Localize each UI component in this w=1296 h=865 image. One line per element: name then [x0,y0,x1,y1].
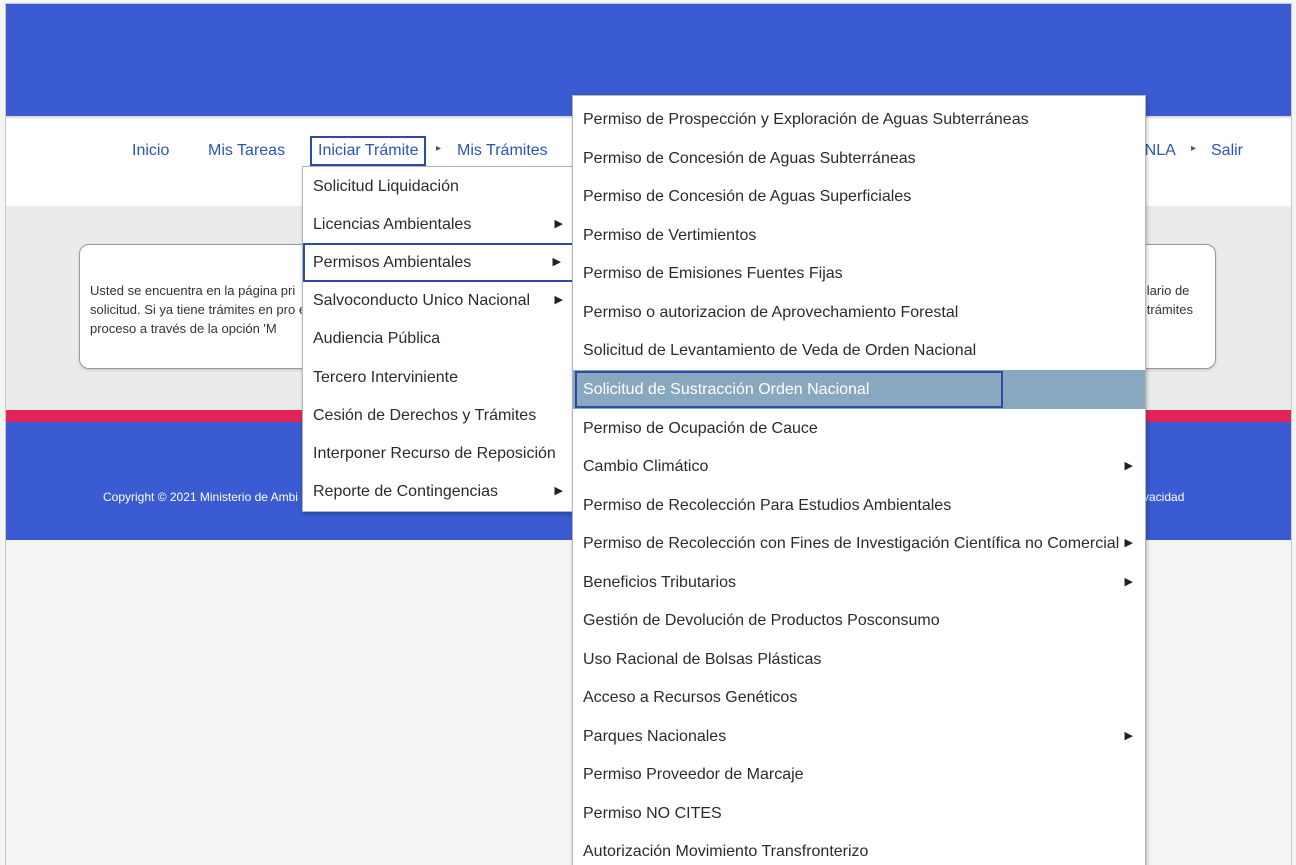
nav-inicio[interactable]: Inicio [132,141,169,161]
submenu-item[interactable]: Permiso de Prospección y Exploración de … [573,100,1145,139]
menu-item-label: Beneficios Tributarios [583,574,736,591]
menu-item-solicitud-liquidacion[interactable]: Solicitud Liquidación [303,167,575,206]
menu-item-label: Permiso de Recolección con Fines de Inve… [583,535,1120,552]
menu-item-label: Interponer Recurso de Reposición [313,445,556,462]
menu-item-label: Salvoconducto Unico Nacional [313,292,531,309]
footer-privacy-link[interactable]: vacidad [1143,490,1184,504]
menu-item-salvoconducto[interactable]: Salvoconducto Unico Nacional ▶ [303,281,575,320]
menu-item-label: Permiso de Prospección y Exploración de … [583,111,1029,128]
menu-item-tercero-interviniente[interactable]: Tercero Interviniente [303,358,575,397]
submenu-item[interactable]: Permiso de Concesión de Aguas Subterráne… [573,139,1145,178]
menu-item-label: Cambio Climático [583,458,709,475]
chevron-right-icon: ▶ [554,218,563,230]
menu-item-label: Permiso o autorizacion de Aprovechamient… [583,304,959,321]
menu-item-label: Permiso de Ocupación de Cauce [583,420,818,437]
submenu-item[interactable]: Permiso de Vertimientos [573,216,1145,255]
submenu-item[interactable]: Uso Racional de Bolsas Plásticas [573,640,1145,679]
menu-item-label: Permiso de Concesión de Aguas Subterráne… [583,150,916,167]
submenu-item[interactable]: Permiso de Emisiones Fuentes Fijas [573,254,1145,293]
app-window: Inicio Mis Tareas Iniciar Trámite ▸ Mis … [5,3,1292,865]
menu-item-label: Cesión de Derechos y Trámites [313,407,537,424]
submenu-item[interactable]: Permiso Proveedor de Marcaje [573,755,1145,794]
info-text-right: lario de trámites [1147,281,1193,319]
menu-item-label: Permiso NO CITES [583,805,722,822]
submenu-item[interactable]: Permiso de Ocupación de Cauce [573,409,1145,448]
menu-item-cesion-derechos[interactable]: Cesión de Derechos y Trámites [303,396,575,435]
chevron-right-icon: ▶ [1124,460,1133,472]
menu-item-label: Solicitud de Levantamiento de Veda de Or… [583,342,977,359]
chevron-right-icon: ▸ [436,143,442,154]
submenu-item[interactable]: Permiso NO CITES [573,794,1145,833]
chevron-right-icon: ▶ [1124,537,1133,549]
submenu-item[interactable]: Permiso de Recolección Para Estudios Amb… [573,486,1145,525]
submenu-item[interactable]: Permiso o autorizacion de Aprovechamient… [573,293,1145,332]
menu-item-label: Solicitud Liquidación [313,178,459,195]
menu-item-label: Permiso de Concesión de Aguas Superficia… [583,188,912,205]
menu-item-reporte-contingencias[interactable]: Reporte de Contingencias ▶ [303,472,575,511]
nav-mis-tareas[interactable]: Mis Tareas [208,141,285,161]
dropdown-iniciar-tramite: Solicitud Liquidación Licencias Ambienta… [302,166,576,512]
submenu-item[interactable]: Solicitud de Levantamiento de Veda de Or… [573,331,1145,370]
submenu-item[interactable]: Gestión de Devolución de Productos Posco… [573,601,1145,640]
menu-item-audiencia-publica[interactable]: Audiencia Pública [303,319,575,358]
nav-mis-tramites[interactable]: Mis Trámites [457,141,548,161]
menu-item-label: Autorización Movimiento Transfronterizo [583,843,869,860]
menu-item-label: Reporte de Contingencias [313,483,499,500]
submenu-item[interactable]: Cambio Climático ▶ [573,447,1145,486]
submenu-item[interactable]: Permiso de Concesión de Aguas Superficia… [573,177,1145,216]
chevron-right-icon: ▶ [554,294,563,306]
menu-item-label: Parques Nacionales [583,728,727,745]
menu-item-label: Tercero Interviniente [313,369,458,386]
menu-item-permisos-ambientales[interactable]: Permisos Ambientales ▶ [303,243,575,282]
menu-item-recurso-reposicion[interactable]: Interponer Recurso de Reposición [303,434,575,473]
submenu-item[interactable]: Parques Nacionales ▶ [573,717,1145,756]
chevron-right-icon: ▸ [1191,143,1197,154]
submenu-item[interactable]: Beneficios Tributarios ▶ [573,563,1145,602]
chevron-right-icon: ▶ [552,256,561,268]
chevron-right-icon: ▶ [554,485,563,497]
menu-item-label: Permiso de Recolección Para Estudios Amb… [583,497,952,514]
submenu-item[interactable]: Acceso a Recursos Genéticos [573,678,1145,717]
menu-item-label: Permiso de Vertimientos [583,227,757,244]
menu-item-label: Audiencia Pública [313,330,441,347]
selection-outline [575,371,1003,408]
menu-item-label: Permiso de Emisiones Fuentes Fijas [583,265,843,282]
menu-item-label: Acceso a Recursos Genéticos [583,689,798,706]
menu-item-label: Uso Racional de Bolsas Plásticas [583,651,822,668]
chevron-right-icon: ▶ [1124,576,1133,588]
submenu-item-selected[interactable]: Solicitud de Sustracción Orden Nacional [573,370,1145,409]
info-text-right-line1: lario de [1146,283,1190,298]
menu-item-label: Permisos Ambientales [313,254,472,271]
footer-copyright: Copyright © 2021 Ministerio de Ambi [103,490,298,504]
menu-item-licencias-ambientales[interactable]: Licencias Ambientales ▶ [303,205,575,244]
menu-item-label: Gestión de Devolución de Productos Posco… [583,612,940,629]
nav-iniciar-tramite[interactable]: Iniciar Trámite [310,136,427,166]
submenu-item[interactable]: Autorización Movimiento Transfronterizo [573,832,1145,865]
menu-item-label: Licencias Ambientales [313,216,472,233]
menu-item-label: Permiso Proveedor de Marcaje [583,766,804,783]
info-text-right-line2: trámites [1146,302,1193,317]
chevron-right-icon: ▶ [1124,730,1133,742]
submenu-permisos-ambientales: Permiso de Prospección y Exploración de … [572,95,1146,865]
submenu-item[interactable]: Permiso de Recolección con Fines de Inve… [573,524,1145,563]
nav-salir[interactable]: Salir [1211,141,1243,161]
